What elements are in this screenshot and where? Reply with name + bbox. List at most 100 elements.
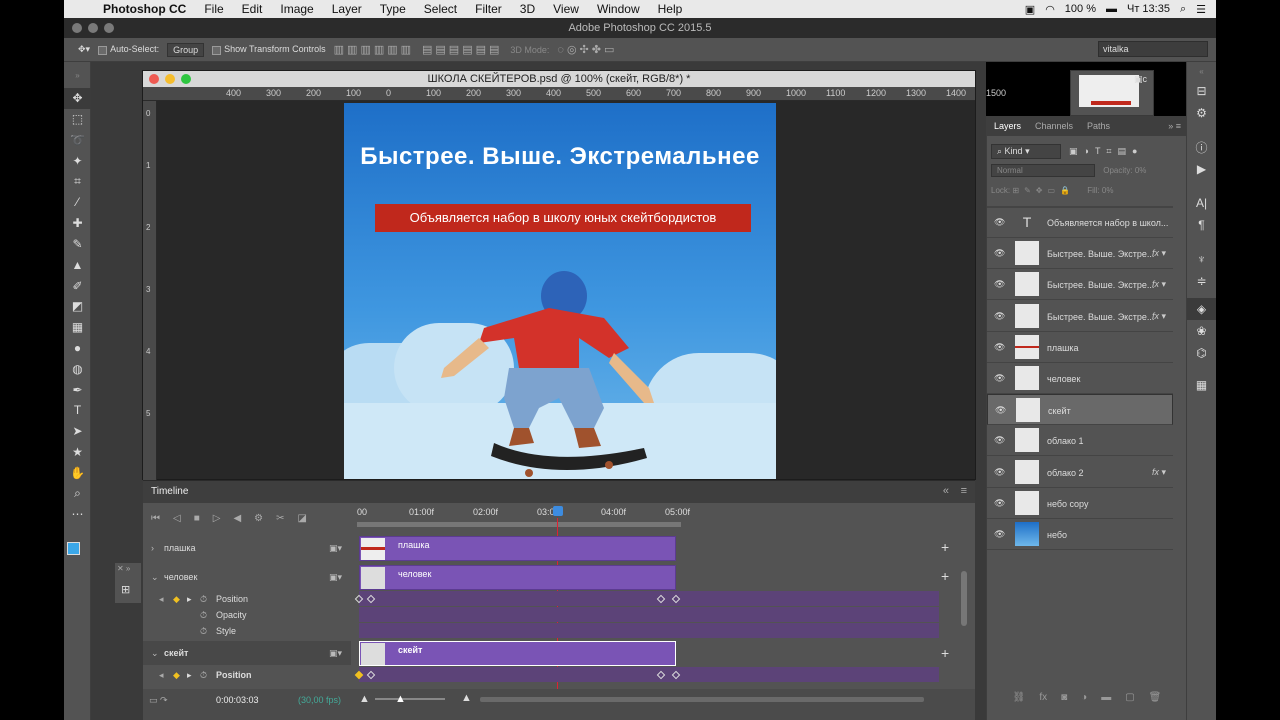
timeline-tab[interactable]: Timeline	[151, 486, 188, 497]
split-scissors-icon[interactable]: ✂	[276, 513, 284, 524]
visibility-eye-icon[interactable]: 👁	[994, 435, 1005, 446]
zoom-tool-icon[interactable]: ⌕	[64, 483, 91, 504]
stamp-tool-icon[interactable]: ▲	[64, 254, 91, 275]
menu-help[interactable]: Help	[649, 2, 692, 16]
healing-brush-icon[interactable]: ✚	[64, 213, 91, 234]
menu-edit[interactable]: Edit	[233, 2, 272, 16]
add-keyframe-icon[interactable]: ◆	[173, 670, 180, 681]
step-back-icon[interactable]: ◁	[173, 513, 181, 524]
pen-tool-icon[interactable]: ✒	[64, 379, 91, 400]
lasso-tool-icon[interactable]: ➰	[64, 130, 91, 151]
vertical-ruler[interactable]: 0 1 2 3 4 5	[143, 101, 157, 481]
group-folder-icon[interactable]: ▬	[1101, 692, 1111, 703]
dodge-tool-icon[interactable]: ◍	[64, 358, 91, 379]
tab-paths[interactable]: Paths	[1087, 121, 1110, 131]
filter-icons[interactable]: ▣◑T⌗▤●	[1069, 146, 1143, 157]
crop-tool-icon[interactable]: ⌗	[64, 171, 91, 192]
stop-icon[interactable]: ■	[194, 513, 200, 524]
fill-value[interactable]: 0%	[1102, 186, 1114, 195]
battery-text[interactable]: 100 %	[1065, 3, 1096, 15]
adjustments-icon[interactable]: ≑	[1187, 270, 1216, 292]
workspace-dropdown[interactable]: vitalka	[1098, 41, 1208, 57]
new-layer-icon[interactable]: ▢	[1125, 692, 1134, 703]
layer-row[interactable]: 👁 Быстрее. Выше. Экстре... fx ▾	[987, 301, 1173, 332]
layer-thumbnail[interactable]	[1015, 522, 1039, 546]
menu-type[interactable]: Type	[371, 2, 415, 16]
layer-row[interactable]: 👁 небо	[987, 519, 1173, 550]
visibility-eye-icon[interactable]: 👁	[994, 248, 1005, 259]
visibility-eye-icon[interactable]: 👁	[994, 342, 1005, 353]
actions-play-icon[interactable]: ▶	[1187, 158, 1216, 180]
layers-panel-icon[interactable]: ◈	[1187, 298, 1216, 320]
mask-icon[interactable]: ◙	[1061, 692, 1067, 703]
expand-chevron-icon[interactable]: ›	[151, 543, 154, 553]
layer-row[interactable]: 👁 плашка	[987, 332, 1173, 363]
layer-fx-icon[interactable]: fx ▾	[1152, 279, 1166, 290]
visibility-eye-icon[interactable]: 👁	[994, 311, 1005, 322]
add-media-plus-icon[interactable]: +	[941, 539, 949, 555]
collapse-panel-icon[interactable]: «	[943, 485, 949, 497]
character-panel-icon[interactable]: ▣c	[1134, 74, 1147, 85]
character-icon[interactable]: A|	[1187, 192, 1216, 214]
zoom-out-mountain-icon[interactable]: ▲	[359, 693, 370, 705]
next-keyframe-icon[interactable]: ▸	[187, 670, 192, 681]
menu-select[interactable]: Select	[415, 2, 466, 16]
prop-track-opacity[interactable]	[359, 607, 939, 622]
libraries-icon[interactable]: ▦	[1187, 374, 1216, 396]
collapse-chevron-icon[interactable]: ⌄	[151, 648, 159, 659]
menu-layer[interactable]: Layer	[323, 2, 371, 16]
work-area-bar[interactable]	[357, 522, 681, 527]
add-media-plus-icon[interactable]: +	[941, 645, 949, 661]
properties-icon[interactable]: ⚙	[1187, 102, 1216, 124]
toolbar-grip[interactable]: »	[64, 62, 91, 88]
layer-row[interactable]: 👁 Быстрее. Выше. Экстре... fx ▾	[987, 238, 1173, 270]
settings-gear-icon[interactable]: ⚙	[254, 513, 263, 524]
move-tool-icon[interactable]: ✥▾	[78, 44, 90, 55]
move-tool-icon[interactable]: ✥	[64, 88, 91, 109]
close-window-icon[interactable]	[72, 23, 82, 33]
prop-track-style[interactable]	[359, 623, 939, 638]
frame-mode-icon[interactable]: ▭ ↷	[149, 695, 168, 706]
document-titlebar[interactable]: ШКОЛА СКЕЙТЕРОВ.psd @ 100% (скейт, RGB/8…	[143, 71, 975, 87]
timeline-dock-icon[interactable]: ⊞	[121, 583, 130, 596]
layer-row[interactable]: 👁 Быстрее. Выше. Экстре... fx ▾	[987, 269, 1173, 301]
magic-wand-icon[interactable]: ✦	[64, 150, 91, 171]
history-brush-icon[interactable]: ✐	[64, 275, 91, 296]
canvas[interactable]: Быстрее. Выше. Экстремальнее Объявляется…	[344, 103, 776, 479]
step-forward-icon[interactable]: ▷	[213, 513, 221, 524]
playhead-handle[interactable]	[553, 506, 564, 516]
auto-select-dropdown[interactable]: Group	[167, 42, 205, 57]
menu-window[interactable]: Window	[588, 2, 649, 16]
stopwatch-icon[interactable]: ⏱	[200, 626, 207, 637]
info-icon[interactable]: ⓘ	[1187, 136, 1216, 158]
visibility-eye-icon[interactable]: 👁	[994, 217, 1005, 228]
layer-fx-icon[interactable]: fx ▾	[1152, 311, 1166, 322]
menu-view[interactable]: View	[544, 2, 588, 16]
film-icon[interactable]: ▣▾	[329, 648, 342, 659]
prev-keyframe-icon[interactable]: ◂	[159, 594, 164, 605]
doc-zoom-icon[interactable]	[181, 74, 191, 84]
menu-3d[interactable]: 3D	[511, 2, 544, 16]
distribute-icons[interactable]: ▤▤▤▤▤▤	[422, 43, 502, 56]
brush-presets-icon[interactable]: ♆	[1187, 248, 1216, 270]
column-grip[interactable]: «	[1187, 62, 1216, 80]
layer-row[interactable]: 👁 скейт	[987, 394, 1173, 426]
zoom-in-mountain-icon[interactable]: ▲	[461, 692, 472, 704]
next-keyframe-icon[interactable]: ▸	[187, 594, 192, 605]
doc-close-icon[interactable]	[149, 74, 159, 84]
menu-image[interactable]: Image	[271, 2, 322, 16]
opacity-value[interactable]: 0%	[1135, 166, 1147, 175]
prev-keyframe-icon[interactable]: ◂	[159, 670, 164, 681]
spotlight-icon[interactable]: ⌕	[1180, 3, 1186, 16]
layer-fx-icon[interactable]: fx ▾	[1152, 248, 1166, 259]
wifi-icon[interactable]: ◠	[1045, 3, 1055, 16]
paragraph-icon[interactable]: ¶	[1187, 214, 1216, 236]
navigator-thumbnail[interactable]	[1079, 75, 1139, 107]
screen-record-icon[interactable]: ▣	[1025, 3, 1035, 16]
layer-thumbnail[interactable]	[1015, 459, 1039, 484]
visibility-eye-icon[interactable]: 👁	[994, 529, 1005, 540]
add-keyframe-icon[interactable]: ◆	[173, 594, 180, 605]
minimize-window-icon[interactable]	[88, 23, 98, 33]
eyedropper-icon[interactable]: ⁄	[64, 192, 91, 213]
clip-skeit[interactable]: скейт	[359, 641, 676, 666]
